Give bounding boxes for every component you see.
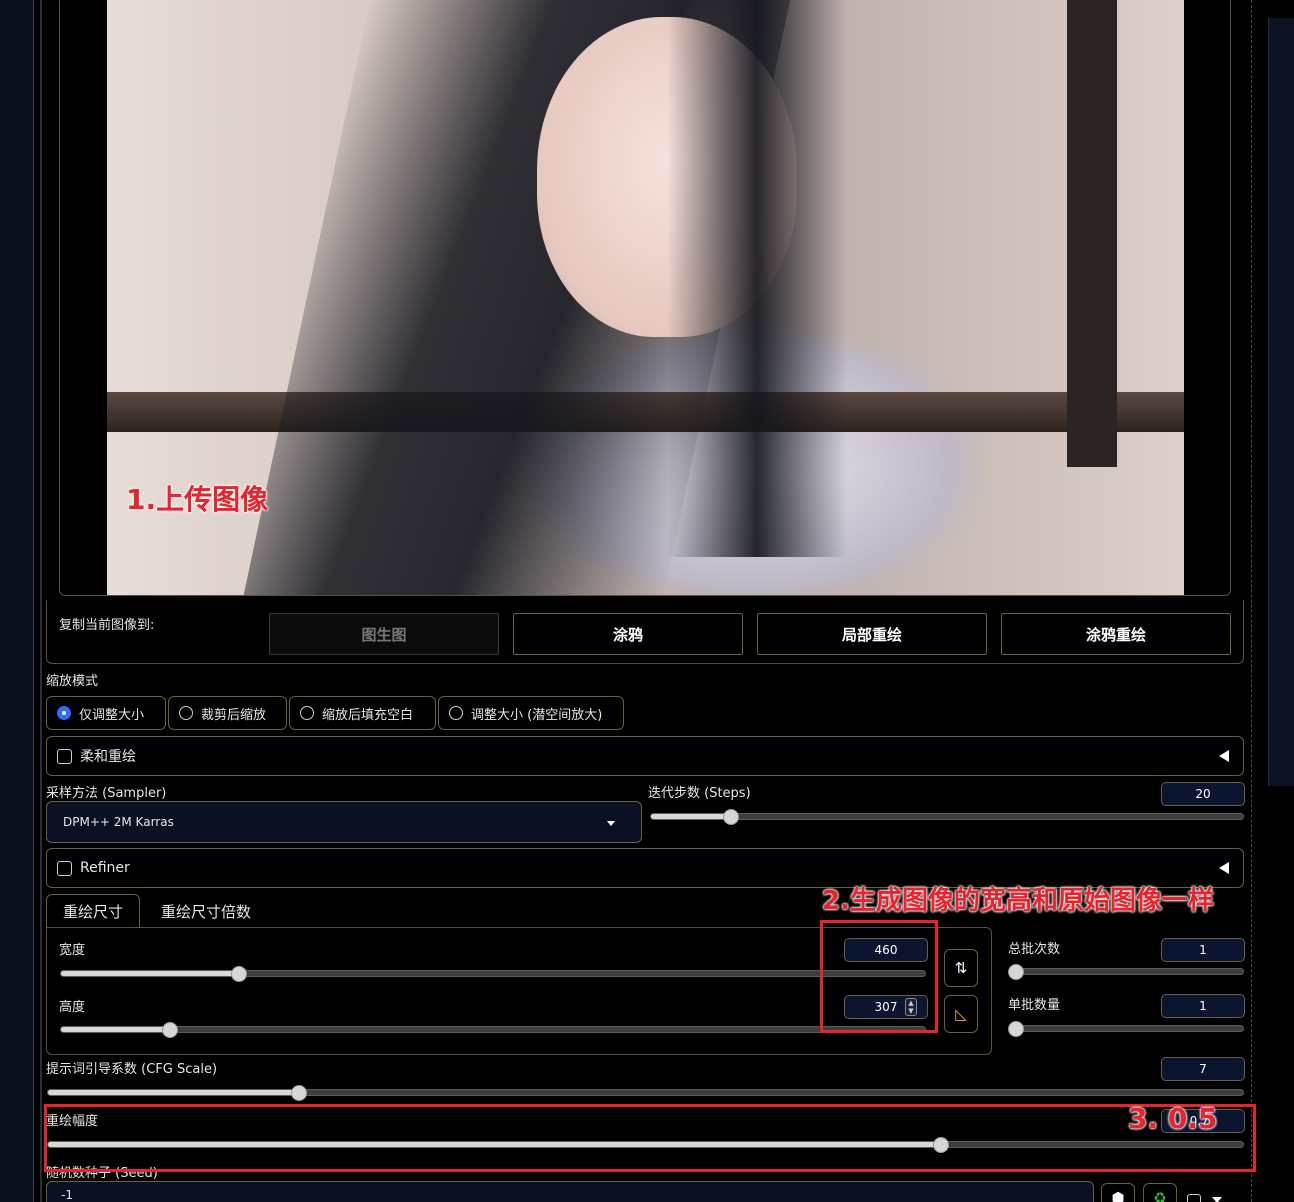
aspect-ratio-icon[interactable]: ◺ xyxy=(944,995,978,1033)
height-label: 高度 xyxy=(59,1000,86,1015)
right-panel-edge xyxy=(1268,18,1294,786)
radio-icon xyxy=(300,706,314,720)
radio-icon xyxy=(449,706,463,720)
batch-count-slider[interactable] xyxy=(1010,968,1244,975)
resize-mode-crop-resize[interactable]: 裁剪后缩放 xyxy=(168,696,287,730)
batch-count-label: 总批次数 xyxy=(1008,942,1061,957)
seed-input[interactable]: -1 xyxy=(46,1181,1094,1202)
sampler-label: 采样方法 (Sampler) xyxy=(46,786,167,801)
annotation-step3: 3. 0.5 xyxy=(1128,1102,1218,1135)
batch-count-slider-thumb[interactable] xyxy=(1008,964,1024,980)
radio-selected-icon xyxy=(57,706,71,720)
seed-value: -1 xyxy=(61,1188,73,1202)
batch-size-label: 单批数量 xyxy=(1008,998,1061,1013)
recycle-icon[interactable]: ♻ xyxy=(1143,1183,1177,1202)
copy-to-img2img-button[interactable]: 图生图 xyxy=(269,613,499,655)
radio-label: 仅调整大小 xyxy=(79,707,145,723)
steps-label: 迭代步数 (Steps) xyxy=(648,786,751,801)
collapse-caret-icon[interactable] xyxy=(1219,750,1229,762)
refiner-label: Refiner xyxy=(80,860,130,876)
batch-size-input[interactable]: 1 xyxy=(1161,994,1245,1018)
annotation-box-size xyxy=(820,920,938,1033)
soft-inpaint-accordion[interactable]: 柔和重绘 xyxy=(46,736,1244,776)
radio-label: 调整大小 (潜空间放大) xyxy=(471,707,603,723)
copy-to-sketch-button[interactable]: 涂鸦 xyxy=(513,613,743,655)
soft-inpaint-checkbox[interactable] xyxy=(57,748,72,764)
width-label: 宽度 xyxy=(59,943,86,958)
width-slider-thumb[interactable] xyxy=(231,966,247,982)
steps-slider[interactable] xyxy=(650,813,1244,820)
left-edge-line xyxy=(40,0,42,1202)
copy-to-inpaint-button[interactable]: 局部重绘 xyxy=(757,613,987,655)
annotation-step1: 1.上传图像 xyxy=(126,483,269,516)
cfg-scale-slider[interactable] xyxy=(47,1089,1244,1096)
cfg-scale-slider-thumb[interactable] xyxy=(291,1085,307,1101)
resize-mode-label: 缩放模式 xyxy=(46,674,99,689)
resize-mode-latent-upscale[interactable]: 调整大小 (潜空间放大) xyxy=(438,696,624,730)
resize-mode-just-resize[interactable]: 仅调整大小 xyxy=(46,696,166,730)
resize-mode-fill[interactable]: 缩放后填充空白 xyxy=(289,696,436,730)
copy-to-inpaint-sketch-button[interactable]: 涂鸦重绘 xyxy=(1001,613,1231,655)
cfg-scale-input[interactable]: 7 xyxy=(1161,1057,1245,1081)
batch-count-input[interactable]: 1 xyxy=(1161,938,1245,962)
batch-size-slider-thumb[interactable] xyxy=(1008,1021,1024,1037)
annotation-step2: 2.生成图像的宽高和原始图像一样 xyxy=(822,886,1214,916)
sampler-value: DPM++ 2M Karras xyxy=(63,815,174,829)
height-slider[interactable] xyxy=(60,1026,926,1033)
height-slider-thumb[interactable] xyxy=(162,1022,178,1038)
left-edge xyxy=(0,0,34,1202)
annotation-box-denoise xyxy=(44,1104,1256,1172)
copy-to-label: 复制当前图像到: xyxy=(59,618,155,633)
swap-vertical-icon[interactable]: ⇅ xyxy=(944,949,978,987)
chevron-down-icon xyxy=(607,821,615,826)
chevron-down-icon[interactable] xyxy=(1212,1197,1222,1202)
collapse-caret-icon[interactable] xyxy=(1219,862,1229,874)
radio-label: 裁剪后缩放 xyxy=(201,707,267,723)
tab-resize-to[interactable]: 重绘尺寸 xyxy=(46,894,141,928)
steps-input[interactable]: 20 xyxy=(1161,782,1245,806)
extra-seed-checkbox[interactable] xyxy=(1187,1194,1201,1202)
uploaded-image xyxy=(107,0,1184,595)
soft-inpaint-label: 柔和重绘 xyxy=(80,749,136,765)
column-separator xyxy=(1251,0,1252,1202)
refiner-checkbox[interactable] xyxy=(57,860,72,876)
batch-size-slider[interactable] xyxy=(1010,1025,1244,1032)
sampler-select[interactable]: DPM++ 2M Karras xyxy=(46,801,642,843)
radio-icon xyxy=(179,706,193,720)
dice-icon[interactable]: ⬢ xyxy=(1101,1183,1135,1202)
radio-label: 缩放后填充空白 xyxy=(322,707,414,723)
cfg-scale-label: 提示词引导系数 (CFG Scale) xyxy=(46,1062,218,1077)
tab-resize-by[interactable]: 重绘尺寸倍数 xyxy=(145,894,267,928)
steps-slider-thumb[interactable] xyxy=(723,809,739,825)
width-slider[interactable] xyxy=(60,970,926,977)
